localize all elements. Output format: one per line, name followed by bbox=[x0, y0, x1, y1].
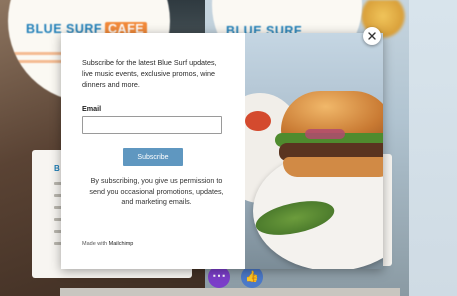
intro-text: Subscribe for the latest Blue Surf updat… bbox=[82, 58, 217, 89]
made-with-prefix: Made with bbox=[82, 241, 108, 247]
photo-burger-onion bbox=[305, 129, 345, 139]
close-button[interactable] bbox=[363, 27, 381, 45]
background-edge bbox=[409, 0, 457, 296]
thumbs-up-icon[interactable]: 👍 bbox=[241, 266, 263, 288]
subscribe-form: Subscribe for the latest Blue Surf updat… bbox=[61, 33, 245, 269]
made-with-mailchimp: Made with Mailchimp bbox=[82, 241, 133, 247]
email-field[interactable] bbox=[82, 116, 222, 134]
mailchimp-link[interactable]: Mailchimp bbox=[109, 241, 134, 247]
email-label: Email bbox=[82, 104, 102, 113]
photo-burger-bottom-bun bbox=[283, 157, 383, 177]
more-dots-icon[interactable]: ⋯ bbox=[208, 266, 230, 288]
close-icon bbox=[368, 32, 376, 40]
photo-tomato bbox=[245, 111, 271, 131]
subscribe-modal: Subscribe for the latest Blue Surf updat… bbox=[61, 33, 383, 269]
subscribe-button[interactable]: Subscribe bbox=[123, 148, 183, 166]
disclaimer-text: By subscribing, you give us permission t… bbox=[89, 176, 224, 206]
background-card-title: B bbox=[54, 164, 60, 173]
background-footer bbox=[60, 288, 400, 296]
burger-photo bbox=[245, 33, 383, 269]
